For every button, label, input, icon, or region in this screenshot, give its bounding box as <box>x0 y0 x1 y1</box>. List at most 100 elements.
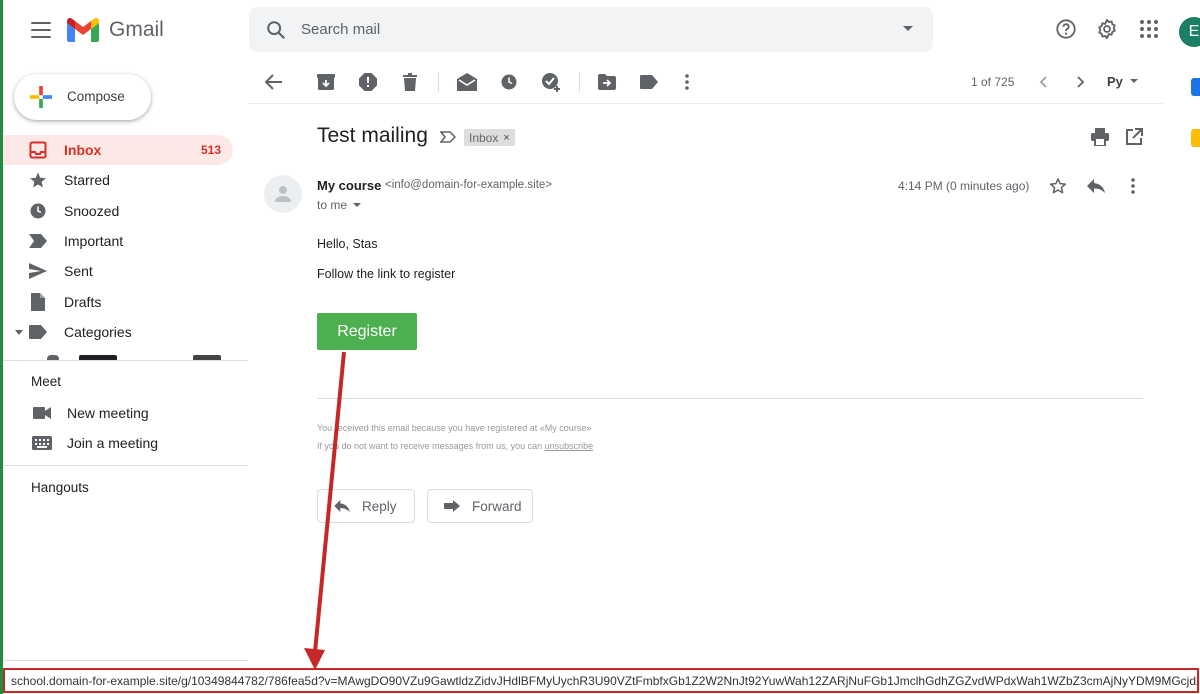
remove-label-icon[interactable]: × <box>503 132 509 144</box>
app-name: Gmail <box>109 18 164 41</box>
recipient-text: to me <box>317 198 348 212</box>
search-bar[interactable] <box>249 7 933 52</box>
sidebar-item-categories[interactable]: Categories <box>3 317 233 347</box>
join-meeting-label: Join a meeting <box>67 435 159 451</box>
reply-label: Reply <box>362 498 397 514</box>
sidebar-item-snoozed[interactable]: Snoozed <box>3 196 233 226</box>
gmail-logo[interactable]: Gmail <box>67 16 164 44</box>
snooze-clock-icon[interactable] <box>499 72 519 92</box>
label-chip-text: Inbox <box>469 130 499 145</box>
sidebar-item-sent[interactable]: Sent <box>3 256 233 286</box>
expand-caret-icon[interactable] <box>15 329 23 335</box>
open-new-window-icon[interactable] <box>1125 128 1143 151</box>
search-input[interactable] <box>301 17 861 41</box>
new-meeting-item[interactable]: New meeting <box>31 401 149 425</box>
footer-notice: You received this email because you have… <box>317 423 592 433</box>
forward-label: Forward <box>472 498 522 514</box>
account-avatar[interactable]: E <box>1179 17 1200 47</box>
gmail-m-icon <box>67 18 99 42</box>
sidebar-item-important[interactable]: Important <box>3 226 233 256</box>
move-to-icon[interactable] <box>597 72 617 92</box>
delete-icon[interactable] <box>400 72 420 92</box>
draft-icon <box>28 292 48 312</box>
forward-button[interactable]: Forward <box>427 489 533 523</box>
sidebar-item-drafts[interactable]: Drafts <box>3 286 233 316</box>
reply-icon[interactable] <box>1087 179 1105 198</box>
sidebar-divider <box>3 360 248 361</box>
sender-avatar[interactable] <box>264 175 302 213</box>
person-icon <box>275 186 291 202</box>
new-meeting-label: New meeting <box>67 405 149 421</box>
older-chevron-icon[interactable] <box>1071 72 1091 92</box>
register-button[interactable]: Register <box>317 313 417 350</box>
archive-icon[interactable] <box>316 72 336 92</box>
label-as-icon[interactable] <box>639 72 659 92</box>
sidebar-divider <box>3 465 248 466</box>
search-icon[interactable] <box>265 19 287 41</box>
newer-chevron-icon[interactable] <box>1033 72 1053 92</box>
link-status-bar: school.domain-for-example.site/g/1034984… <box>3 668 1199 693</box>
label-icon <box>28 322 48 342</box>
star-message-icon[interactable] <box>1049 177 1067 200</box>
sender-name[interactable]: My course <box>317 178 381 193</box>
sender-email: <info@domain-for-example.site> <box>385 179 553 191</box>
report-spam-icon[interactable] <box>358 72 378 92</box>
hangouts-section-title: Hangouts <box>31 480 89 495</box>
sidebar-item-label: Inbox <box>64 142 102 159</box>
greeting-text: Hello, Stas <box>317 237 378 251</box>
toolbar-separator <box>579 72 580 92</box>
importance-marker-icon[interactable] <box>440 131 456 143</box>
calendar-side-icon[interactable] <box>1191 78 1200 96</box>
mark-unread-icon[interactable] <box>457 72 477 92</box>
sidebar-item-inbox[interactable]: Inbox 513 <box>3 135 233 166</box>
reply-button[interactable]: Reply <box>317 489 415 523</box>
compose-label: Compose <box>67 89 125 104</box>
body-text: Follow the link to register <box>317 267 456 281</box>
recipient-details[interactable]: to me <box>317 198 362 212</box>
keyboard-icon <box>31 436 53 450</box>
main-menu-icon[interactable] <box>31 22 51 38</box>
print-icon[interactable] <box>1091 128 1109 151</box>
unsubscribe-link[interactable]: unsubscribe <box>545 441 594 451</box>
pagination-text: 1 of 725 <box>971 75 1015 89</box>
sidebar-item-label: Snoozed <box>64 202 120 219</box>
inbox-label-chip[interactable]: Inbox × <box>464 129 515 146</box>
input-tools-button[interactable]: Рy <box>1107 74 1123 89</box>
toolbar-separator <box>438 72 439 92</box>
sidebar-divider <box>3 660 248 661</box>
help-icon[interactable] <box>1054 17 1078 41</box>
search-options-icon[interactable] <box>903 26 913 31</box>
message-time: 4:14 PM (0 minutes ago) <box>898 179 1030 193</box>
star-icon <box>28 170 48 190</box>
sidebar-item-label: Sent <box>64 263 93 280</box>
add-task-icon[interactable] <box>541 72 561 92</box>
inbox-icon <box>28 140 48 160</box>
clock-icon <box>28 201 48 221</box>
footer-unsubscribe-prefix: If you do not want to receive messages f… <box>317 441 545 451</box>
sidebar-item-label: Categories <box>64 323 132 340</box>
input-tools-caret-icon[interactable] <box>1130 79 1138 83</box>
compose-button[interactable]: Compose <box>14 74 151 120</box>
compose-plus-icon <box>30 86 52 108</box>
more-options-icon[interactable] <box>1131 178 1135 199</box>
back-arrow-icon[interactable] <box>264 72 284 92</box>
message-subject: Test mailing <box>317 124 428 147</box>
unread-count: 513 <box>200 143 221 158</box>
apps-grid-icon[interactable] <box>1137 17 1161 41</box>
gmail-window: Gmail E Compose Inbox 513 Starred <box>0 0 1200 694</box>
sidebar-item-label: Drafts <box>64 293 102 310</box>
sidebar-nav: Inbox 513 Starred Snoozed Important Sent… <box>3 135 248 347</box>
videocam-icon <box>31 407 53 419</box>
send-icon <box>28 261 48 281</box>
sidebar-item-starred[interactable]: Starred <box>3 165 233 195</box>
footer-unsubscribe-line: If you do not want to receive messages f… <box>317 441 593 451</box>
keep-side-icon[interactable] <box>1191 129 1200 147</box>
message-divider <box>317 398 1143 399</box>
sidebar-item-label: Starred <box>64 172 110 189</box>
join-meeting-item[interactable]: Join a meeting <box>31 431 158 455</box>
settings-gear-icon[interactable] <box>1095 17 1119 41</box>
more-vertical-icon[interactable] <box>677 72 697 92</box>
meet-section-title: Meet <box>31 374 62 389</box>
message-toolbar: 1 of 725 Рy <box>249 60 1163 104</box>
details-caret-icon[interactable] <box>353 203 362 207</box>
